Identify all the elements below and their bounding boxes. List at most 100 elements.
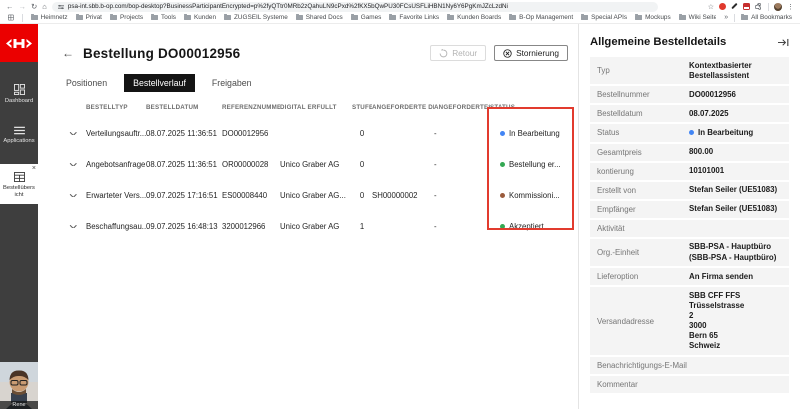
tb-extension-icon[interactable] xyxy=(743,3,750,10)
details-field: Typ Kontextbasierter Bestellassistent xyxy=(590,57,789,85)
details-field: Kommentar xyxy=(590,375,789,393)
field-value: Stefan Seiler (UE51083) xyxy=(689,185,778,195)
status-dot-icon xyxy=(689,129,694,135)
details-field: Aktivität xyxy=(590,219,789,237)
url-text[interactable]: psa-int.sbb.b-op.com/bop-desktop?Busines… xyxy=(68,3,508,10)
field-label: Bestellnummer xyxy=(597,90,650,100)
cell-bestelldatum: 09.07.2025 16:48:13 xyxy=(146,222,218,231)
bookmark-folder[interactable]: Favorite Links xyxy=(389,14,439,21)
cell-bestelltyp: Beschaffungsau... xyxy=(86,222,146,231)
back-arrow-icon[interactable]: ← xyxy=(62,47,74,59)
field-label: kontierung xyxy=(597,166,634,176)
apps-grid-icon[interactable] xyxy=(8,14,14,21)
details-field: Gesamtpreis 800.00 xyxy=(590,143,789,161)
tab-bar: Positionen Bestellverlauf Freigaben xyxy=(64,74,578,92)
cell-angefordertes-lie: - xyxy=(434,129,437,138)
browser-back-icon[interactable]: ← xyxy=(6,3,14,11)
column-header: BESTELLDATUM xyxy=(146,104,199,111)
folder-icon xyxy=(30,14,38,20)
bookmarks-divider-2 xyxy=(734,13,736,22)
bookmark-folder[interactable]: Heimnetz xyxy=(30,14,68,21)
details-field: kontierung 10101001 xyxy=(590,162,789,180)
cell-angefordertes-lie: - xyxy=(434,160,437,169)
field-value: 08.07.2025 xyxy=(689,108,729,118)
field-label: Erstellt von xyxy=(597,185,637,195)
bookmark-folder[interactable]: Kunden Boards xyxy=(447,14,501,21)
browser-toolbar: ← → ↻ ⌂ psa-int.sbb.b-op.com/bop-desktop… xyxy=(0,0,800,12)
retour-button[interactable]: Retour xyxy=(430,45,487,61)
cell-digital-erfuellt: Unico Graber AG... xyxy=(280,191,346,200)
sidebar-item-bestelluebersicht[interactable]: × Bestellübersicht xyxy=(0,164,38,205)
pen-extension-icon[interactable] xyxy=(731,3,738,10)
user-profile[interactable]: Rene xyxy=(0,362,38,409)
browser-chrome: ← → ↻ ⌂ psa-int.sbb.b-op.com/bop-desktop… xyxy=(0,0,800,24)
page-header: ← Bestellung DO00012956 Retour Stornieru… xyxy=(38,24,578,61)
application-window: ← → ↻ ⌂ psa-int.sbb.b-op.com/bop-desktop… xyxy=(0,0,800,409)
chevron-down-icon[interactable] xyxy=(69,132,77,135)
extensions-puzzle-icon[interactable] xyxy=(755,2,763,11)
cell-angefordertes-lie: - xyxy=(434,191,437,200)
chevron-down-icon[interactable] xyxy=(69,225,77,228)
tab-positionen[interactable]: Positionen xyxy=(64,74,109,92)
field-label: Kommentar xyxy=(597,379,638,389)
adblock-extension-icon[interactable] xyxy=(719,3,726,10)
chevron-down-icon[interactable] xyxy=(69,194,77,197)
status-label: Kommissioni... xyxy=(509,191,560,200)
column-header: BESTELLTYP xyxy=(86,104,128,111)
table-row[interactable]: Verteilungsauftr... 08.07.2025 11:36:51 … xyxy=(60,118,576,149)
browser-profile-avatar[interactable] xyxy=(774,2,782,11)
stornierung-button[interactable]: Stornierung xyxy=(494,45,568,61)
all-bookmarks-button[interactable]: All Bookmarks xyxy=(741,13,792,21)
status-dot-icon xyxy=(500,193,505,198)
sidebar-item-applications[interactable]: Applications xyxy=(0,126,38,144)
site-settings-icon[interactable] xyxy=(57,4,64,10)
bookmark-folder[interactable]: Wiki Seiten xyxy=(678,14,716,21)
bookmark-folder[interactable]: Privat xyxy=(75,14,102,21)
cell-status: Akzeptiert xyxy=(490,222,576,231)
browser-forward-icon[interactable]: → xyxy=(19,3,27,11)
status-label: Bestellung er... xyxy=(509,160,561,169)
chevron-down-icon[interactable] xyxy=(69,163,77,166)
field-label: Bestelldatum xyxy=(597,109,643,119)
bookmark-folder[interactable]: Kunden xyxy=(183,14,216,21)
tab-freigaben[interactable]: Freigaben xyxy=(210,74,254,92)
close-icon[interactable]: × xyxy=(32,165,36,172)
sidebar-item-dashboard[interactable]: Dashboard xyxy=(0,84,38,104)
bookmark-folder[interactable]: Mockups xyxy=(635,14,671,21)
bookmarks-overflow-icon[interactable]: » xyxy=(724,14,728,21)
app-sidebar: Dashboard Applications × Bestellübersich… xyxy=(0,24,38,409)
bookmark-folder[interactable]: Shared Docs xyxy=(295,14,343,21)
browser-home-icon[interactable]: ⌂ xyxy=(42,3,47,11)
bookmark-star-icon[interactable]: ☆ xyxy=(708,3,714,11)
field-value: In Bearbeitung xyxy=(689,128,782,138)
field-label: Empfänger xyxy=(597,204,636,214)
folder-icon xyxy=(741,13,749,20)
column-header: DIGITAL ERFÜLLT xyxy=(280,104,337,111)
bookmark-folder[interactable]: B-Op Management xyxy=(509,14,573,21)
url-bar[interactable]: psa-int.sbb.b-op.com/bop-desktop?Busines… xyxy=(51,1,658,12)
bookmark-folder[interactable]: ZUGSEIL Systeme xyxy=(224,14,288,21)
browser-menu-icon[interactable]: ⋮ xyxy=(787,3,794,11)
bookmark-folder[interactable]: Special APIs xyxy=(581,14,627,21)
bookmark-folder[interactable]: Games xyxy=(350,14,381,21)
field-value: Stefan Seiler (UE51083) xyxy=(689,204,778,214)
browser-reload-icon[interactable]: ↻ xyxy=(31,3,37,11)
details-field: Lieferoption An Firma senden xyxy=(590,268,789,286)
tab-bestellverlauf[interactable]: Bestellverlauf xyxy=(124,74,195,92)
details-field: Org.-Einheit SBB-PSA - Hauptbüro (SBB-PS… xyxy=(590,238,789,267)
folder-icon xyxy=(635,14,643,20)
details-field: Bestellnummer DO00012956 xyxy=(590,86,789,104)
field-value: An Firma senden xyxy=(689,271,754,281)
sbb-logo[interactable] xyxy=(0,24,38,62)
table-row[interactable]: Beschaffungsau... 09.07.2025 16:48:13 32… xyxy=(60,211,576,242)
bookmark-folder[interactable]: Tools xyxy=(151,14,176,21)
folder-icon xyxy=(183,14,191,20)
table-header-row: BESTELLTYP BESTELLDATUM REFERENZNUMMER DIGI… xyxy=(60,99,576,118)
cell-referenznummer: 3200012966 xyxy=(222,222,266,231)
status-label: Akzeptiert xyxy=(509,222,544,231)
cell-digital-erfuellt: Unico Graber AG xyxy=(280,160,340,169)
table-row[interactable]: Angebotsanfrage 08.07.2025 11:36:51 OR00… xyxy=(60,149,576,180)
collapse-panel-icon[interactable] xyxy=(778,38,789,47)
table-row[interactable]: Erwarteter Vers... 09.07.2025 17:16:51 E… xyxy=(60,180,576,211)
bookmark-folder[interactable]: Projects xyxy=(109,14,143,21)
